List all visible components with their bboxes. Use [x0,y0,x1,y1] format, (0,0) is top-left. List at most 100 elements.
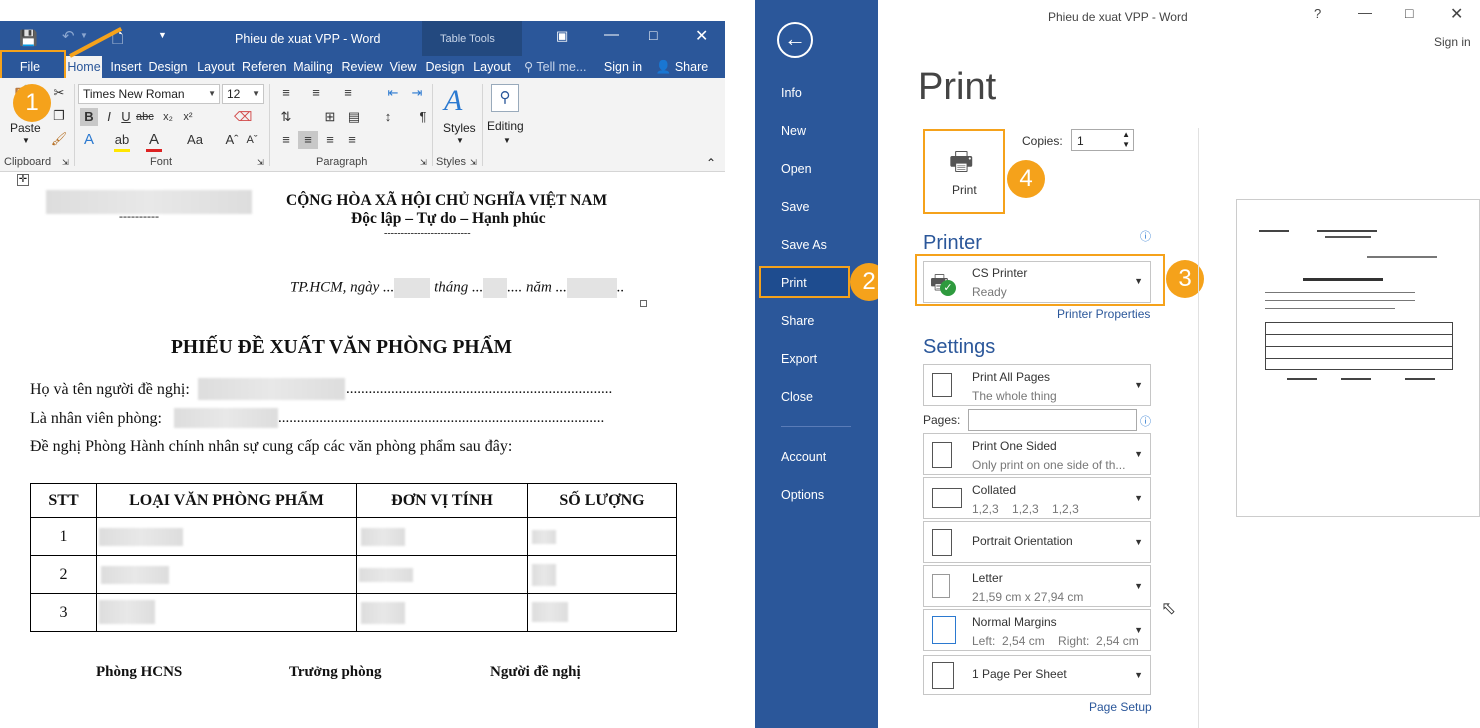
tab-view[interactable]: View [388,56,418,78]
sign-in-link[interactable]: Sign in [1434,35,1471,49]
tab-home[interactable]: Home [66,56,102,78]
close-icon[interactable]: ✕ [695,26,708,46]
close-icon[interactable]: ✕ [1450,4,1463,24]
bullets-icon[interactable]: ≡ [276,84,296,102]
maximize-icon[interactable]: □ [1405,5,1413,21]
paste-dropdown-icon[interactable]: ▼ [22,136,30,145]
superscript-icon[interactable]: x² [180,108,196,126]
resize-handle[interactable] [640,300,647,307]
unit-cell[interactable] [356,517,528,556]
font-color-icon[interactable]: A [146,131,162,152]
font-size-combo[interactable]: 12 ▼ [222,84,264,104]
collapse-ribbon-icon[interactable]: ⌃ [706,156,716,170]
item-cell[interactable] [96,593,357,632]
editing-label[interactable]: Editing [487,119,524,133]
copies-stepper[interactable]: 1 ▲ ▼ [1071,129,1134,151]
grow-font-icon[interactable]: Aˆ [224,131,240,149]
bold-icon[interactable]: B [80,108,98,126]
print-button[interactable]: 🖶 Print [923,129,1005,214]
print-preview-page[interactable] [1236,199,1480,517]
strikethrough-icon[interactable]: abc [136,108,154,126]
align-center-icon[interactable]: ≡ [298,131,318,149]
borders-icon[interactable]: ⊞ [320,108,340,126]
chevron-down-icon[interactable]: ▼ [503,136,511,145]
margins-select[interactable]: Normal Margins Left: 2,54 cm Right: 2,54… [923,609,1151,651]
italic-icon[interactable]: I [101,108,117,126]
nav-save[interactable]: Save [781,200,810,214]
subscript-icon[interactable]: x₂ [160,108,176,126]
sign-in-link[interactable]: Sign in [600,56,646,78]
decrease-indent-icon[interactable]: ⇤ [384,84,402,102]
tab-design[interactable]: Design [147,56,189,78]
multilevel-list-icon[interactable]: ≡ [338,84,358,102]
clear-formatting-icon[interactable]: ⌫ [234,108,252,126]
clipboard-launcher-icon[interactable]: ⇲ [62,158,69,167]
nav-new[interactable]: New [781,124,806,138]
copy-icon[interactable]: ❐ [50,107,68,125]
font-name-combo[interactable]: Times New Roman ▼ [78,84,220,104]
minimize-icon[interactable]: — [604,26,619,43]
styles-launcher-icon[interactable]: ⇲ [470,158,477,167]
share-button[interactable]: 👤 Share [654,56,710,78]
ribbon-display-options-icon[interactable]: ▣ [556,28,568,44]
nav-options[interactable]: Options [781,488,824,502]
paper-size-select[interactable]: Letter 21,59 cm x 27,94 cm ▼ [923,565,1151,607]
numbering-icon[interactable]: ≡ [306,84,326,102]
printer-select[interactable]: 🖶 ✓ CS Printer Ready ▼ [923,261,1151,303]
item-cell[interactable] [96,555,357,594]
quantity-cell[interactable] [527,555,677,594]
nav-open[interactable]: Open [781,162,812,176]
info-icon[interactable]: ⓘ [1140,413,1151,429]
printer-properties-link[interactable]: Printer Properties [1057,307,1150,321]
sort-icon[interactable]: ⇅ [276,108,296,126]
increment-icon[interactable]: ▲ [1122,130,1130,139]
back-arrow-icon[interactable]: ← [777,22,813,58]
underline-icon[interactable]: U [118,108,134,126]
shading-icon[interactable]: ▤ [344,108,364,126]
tab-mailings[interactable]: Mailing [290,56,336,78]
item-cell[interactable] [96,517,357,556]
nav-close[interactable]: Close [781,390,813,404]
unit-cell[interactable] [356,593,528,632]
chevron-down-icon[interactable]: ▼ [456,136,464,145]
line-spacing-icon[interactable]: ↕ [378,108,398,126]
page-setup-link[interactable]: Page Setup [1089,700,1152,714]
highlight-color-icon[interactable]: ab [114,131,130,152]
pages-input[interactable] [968,409,1137,431]
tab-references[interactable]: Referen [242,56,286,78]
minimize-icon[interactable]: — [1358,4,1372,20]
tell-me-box[interactable]: ⚲ Tell me... [524,56,594,78]
save-icon[interactable]: 💾 [19,29,38,47]
shrink-font-icon[interactable]: Aˇ [244,131,260,149]
paragraph-launcher-icon[interactable]: ⇲ [420,158,427,167]
tab-insert[interactable]: Insert [107,56,145,78]
justify-icon[interactable]: ≡ [342,131,362,149]
sides-select[interactable]: Print One Sided Only print on one side o… [923,433,1151,475]
orientation-select[interactable]: Portrait Orientation ▼ [923,521,1151,563]
cut-icon[interactable]: ✂ [50,84,68,102]
nav-print[interactable]: Print [759,266,850,298]
change-case-icon[interactable]: Aa [180,131,210,149]
pages-per-sheet-select[interactable]: 1 Page Per Sheet ▼ [923,655,1151,695]
tab-layout[interactable]: Layout [195,56,237,78]
help-icon[interactable]: ? [1314,6,1321,21]
font-launcher-icon[interactable]: ⇲ [257,158,264,167]
maximize-icon[interactable]: □ [649,27,657,43]
nav-save-as[interactable]: Save As [781,238,827,252]
decrement-icon[interactable]: ▼ [1122,140,1130,149]
format-painter-icon[interactable]: 🖌 [50,130,68,148]
quantity-cell[interactable] [527,593,677,632]
undo-dropdown-icon[interactable]: ▼ [80,31,88,40]
undo-icon[interactable]: ↶ [62,27,75,45]
align-right-icon[interactable]: ≡ [320,131,340,149]
increase-indent-icon[interactable]: ⇥ [408,84,426,102]
align-left-icon[interactable]: ≡ [276,131,296,149]
customize-toolbar-icon[interactable]: ▼ [158,30,167,40]
quantity-cell[interactable] [527,517,677,556]
show-marks-icon[interactable]: ¶ [414,108,432,126]
text-effects-icon[interactable]: A [80,131,98,149]
table-move-handle-icon[interactable]: ✛ [17,174,29,186]
nav-info[interactable]: Info [781,86,802,100]
tab-table-design[interactable]: Design [423,56,467,78]
tab-review[interactable]: Review [340,56,384,78]
